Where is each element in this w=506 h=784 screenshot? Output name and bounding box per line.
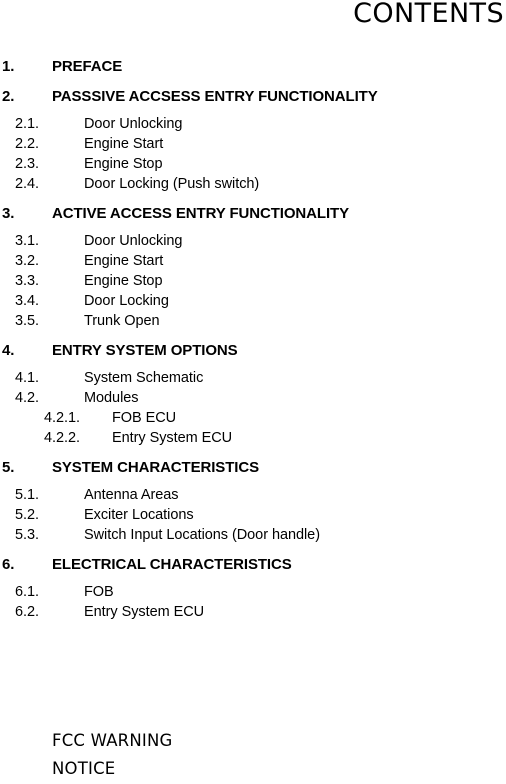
toc-entry[interactable]: 2.3. Engine Stop (0, 154, 506, 174)
toc-entry-number: 2.1. (15, 116, 39, 132)
toc-heading-number: 6. (2, 556, 15, 573)
toc-heading-label: SYSTEM CHARACTERISTICS (52, 459, 259, 476)
toc-entry-number: 2.2. (15, 136, 39, 152)
toc-entry-label: Door Locking (84, 293, 169, 309)
toc-entry-label: Entry System ECU (112, 430, 233, 446)
toc-group: 6. ELECTRICAL CHARACTERISTICS 6.1. FOB 6.2. E… (0, 554, 506, 622)
toc-entry-number: 4.1. (15, 370, 39, 386)
toc-entry-label: Exciter Locations (84, 507, 194, 523)
toc-entry[interactable]: 3.2. Engine Start (0, 251, 506, 271)
toc-entry-label: Modules (84, 390, 139, 406)
toc-entry-label: FOB ECU (112, 410, 177, 426)
toc-entry[interactable]: 2.1. Door Unlocking (0, 114, 506, 134)
toc-entry-number: 4.2. (15, 390, 39, 406)
toc-entry-label: Door Unlocking (84, 233, 183, 249)
toc-entry[interactable]: 4.2.2. Entry System ECU (0, 428, 506, 448)
toc-entry-label: Engine Stop (84, 273, 163, 289)
toc-entry-number: 2.4. (15, 176, 39, 192)
toc-entry[interactable]: 5.2. Exciter Locations (0, 505, 506, 525)
toc-heading[interactable]: 5. SYSTEM CHARACTERISTICS (0, 457, 506, 478)
toc-entry[interactable]: 3.1. Door Unlocking (0, 231, 506, 251)
toc-heading[interactable]: 2. PASSSIVE ACCSESS ENTRY FUNCTIONALITY (0, 86, 506, 107)
toc-entry-number: 3.5. (15, 313, 39, 329)
toc-heading-number: 2. (2, 88, 15, 105)
toc-entry-number: 4.2.1. (44, 410, 80, 426)
toc-group: 1. PREFACE (0, 56, 506, 86)
toc-entry-number: 3.1. (15, 233, 39, 249)
notice-line[interactable]: NOTICE (52, 755, 492, 783)
toc-entry[interactable]: 3.3. Engine Stop (0, 271, 506, 291)
toc-entry-label: Antenna Areas (84, 487, 179, 503)
toc-heading-label: PASSSIVE ACCSESS ENTRY FUNCTIONALITY (52, 88, 378, 105)
toc-entry-label: FOB (84, 584, 114, 600)
toc-entry[interactable]: 2.4. Door Locking (Push switch) (0, 174, 506, 194)
page-title: CONTENTS (353, 0, 504, 29)
toc-group: 5. SYSTEM CHARACTERISTICS 5.1. Antenna Area… (0, 457, 506, 554)
toc-entry[interactable]: 3.5. Trunk Open (0, 311, 506, 331)
toc-entry[interactable]: 6.2. Entry System ECU (0, 602, 506, 622)
toc-entry[interactable]: 4.2.1. FOB ECU (0, 408, 506, 428)
toc-entry-number: 6.2. (15, 604, 39, 620)
table-of-contents: 1. PREFACE 2. PASSSIVE ACCSESS ENTRY FUNCTI… (0, 56, 506, 622)
toc-group: 4. ENTRY SYSTEM OPTIONS 4.1. System Schemat… (0, 340, 506, 457)
toc-heading-number: 4. (2, 342, 15, 359)
toc-entry[interactable]: 3.4. Door Locking (0, 291, 506, 311)
toc-entry[interactable]: 5.1. Antenna Areas (0, 485, 506, 505)
document-page: CONTENTS 1. PREFACE 2. PASSSIVE ACCSESS ENT… (0, 0, 506, 784)
toc-entry-number: 6.1. (15, 584, 39, 600)
toc-entry-label: Switch Input Locations (Door handle) (84, 527, 320, 543)
toc-entry-label: Door Locking (Push switch) (84, 176, 260, 192)
toc-heading-number: 3. (2, 205, 15, 222)
toc-entry-label: System Schematic (84, 370, 204, 386)
toc-entry-label: Engine Start (84, 136, 164, 152)
toc-heading[interactable]: 3. ACTIVE ACCESS ENTRY FUNCTIONALITY (0, 203, 506, 224)
toc-entry-number: 3.3. (15, 273, 39, 289)
toc-entry-label: Engine Start (84, 253, 164, 269)
toc-entry[interactable]: 4.1. System Schematic (0, 368, 506, 388)
toc-group: 3. ACTIVE ACCESS ENTRY FUNCTIONALITY 3.1. D… (0, 203, 506, 340)
toc-entry[interactable]: 6.1. FOB (0, 582, 506, 602)
toc-entry-number: 5.2. (15, 507, 39, 523)
toc-entry-label: Door Unlocking (84, 116, 183, 132)
toc-heading-number: 1. (2, 58, 15, 75)
toc-entry-number: 5.1. (15, 487, 39, 503)
toc-entry-label: Engine Stop (84, 156, 163, 172)
toc-entry-number: 2.3. (15, 156, 39, 172)
toc-entry[interactable]: 4.2. Modules (0, 388, 506, 408)
toc-heading-label: ELECTRICAL CHARACTERISTICS (52, 556, 292, 573)
toc-entry-label: Entry System ECU (84, 604, 205, 620)
toc-heading-label: ACTIVE ACCESS ENTRY FUNCTIONALITY (52, 205, 349, 222)
toc-heading[interactable]: 4. ENTRY SYSTEM OPTIONS (0, 340, 506, 361)
toc-entry-number: 3.4. (15, 293, 39, 309)
toc-entry-number: 4.2.2. (44, 430, 80, 446)
toc-entry-number: 5.3. (15, 527, 39, 543)
toc-heading-label: PREFACE (52, 58, 123, 75)
notices-block: FCC WARNING NOTICE (52, 727, 492, 783)
toc-entry[interactable]: 2.2. Engine Start (0, 134, 506, 154)
toc-heading[interactable]: 1. PREFACE (0, 56, 506, 77)
toc-entry[interactable]: 5.3. Switch Input Locations (Door handle) (0, 525, 506, 545)
toc-entry-number: 3.2. (15, 253, 39, 269)
toc-group: 2. PASSSIVE ACCSESS ENTRY FUNCTIONALITY 2.… (0, 86, 506, 203)
notice-line[interactable]: FCC WARNING (52, 727, 492, 755)
toc-heading[interactable]: 6. ELECTRICAL CHARACTERISTICS (0, 554, 506, 575)
toc-heading-number: 5. (2, 459, 15, 476)
toc-entry-label: Trunk Open (84, 313, 160, 329)
toc-heading-label: ENTRY SYSTEM OPTIONS (52, 342, 238, 359)
